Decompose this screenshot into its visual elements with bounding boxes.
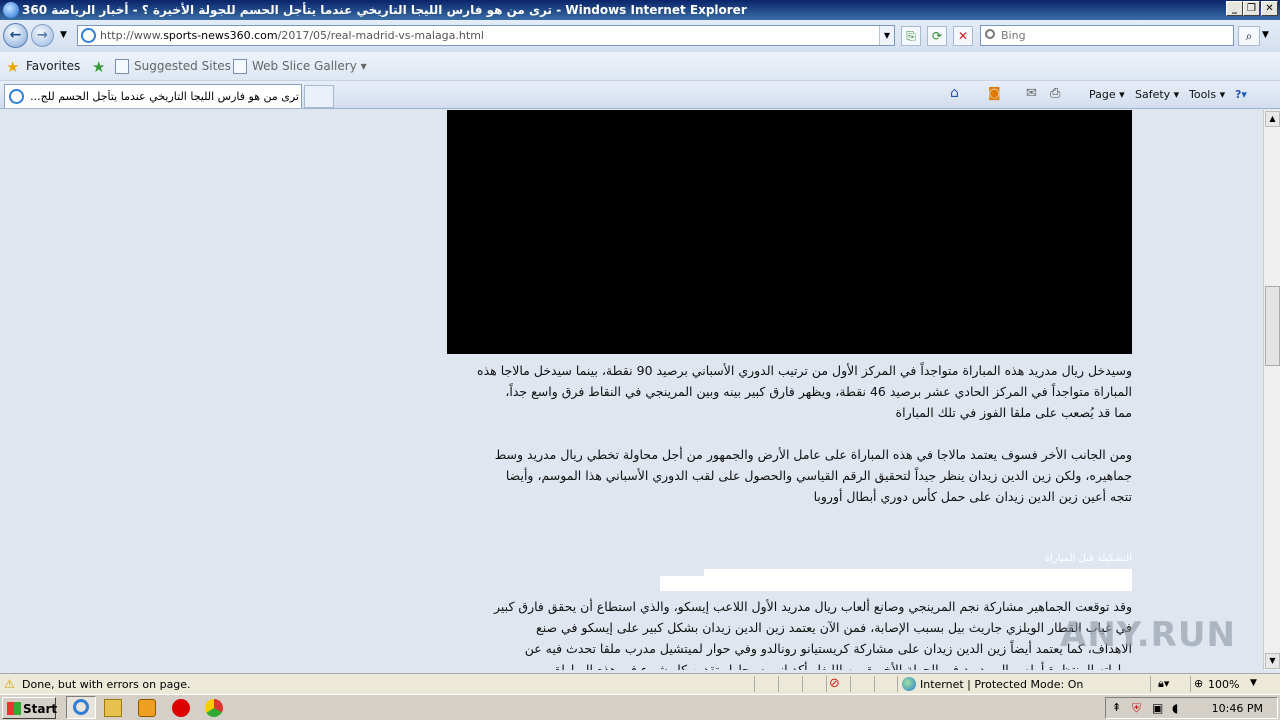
opera-icon[interactable] xyxy=(172,699,190,717)
lock-icon[interactable]: 🔒︎▾ xyxy=(1158,677,1169,691)
favorites-star-icon: ★ xyxy=(6,58,20,76)
paragraph-line: المباراة متواجداً في المركز الحادي عشر ب… xyxy=(505,384,1132,399)
search-icon xyxy=(985,29,995,39)
site-favicon-icon xyxy=(81,28,96,43)
anyrun-watermark: ANY.RUN xyxy=(1060,615,1236,655)
ad-placeholder xyxy=(704,569,1132,591)
paragraph-line: جماهيره، ولكن زين الدين زيدان ينظر جيداً… xyxy=(505,468,1132,483)
article-text: وسيدخل ريال مدريد هذه المباراة متواجداً … xyxy=(447,360,1132,507)
ad-placeholder xyxy=(660,576,710,591)
stop-icon[interactable]: ✕ xyxy=(953,26,973,46)
article-text-continued: وقد توقعت الجماهير مشاركة نجم المرينجي و… xyxy=(447,596,1132,670)
clock: 10:46 PM xyxy=(1211,702,1263,715)
refresh-icon[interactable]: ⟳ xyxy=(927,26,947,46)
scroll-up-icon[interactable]: ▲ xyxy=(1265,111,1280,127)
mail-icon[interactable]: ✉ xyxy=(1026,86,1037,101)
suggested-sites-link[interactable]: Suggested Sites ▾ xyxy=(134,59,241,73)
help-icon[interactable]: ?▾ xyxy=(1235,88,1247,101)
page-menu[interactable]: Page ▾ xyxy=(1089,88,1125,101)
zoom-icon: ⊕ xyxy=(1194,677,1204,690)
warning-icon[interactable]: ⚠ xyxy=(4,677,15,691)
recent-pages-dropdown-icon[interactable]: ▼ xyxy=(60,30,67,40)
status-text: Done, but with errors on page. xyxy=(22,678,191,691)
paragraph-line: وسيدخل ريال مدريد هذه المباراة متواجداً … xyxy=(477,363,1132,378)
security-alert-icon[interactable]: ⛨ xyxy=(1132,701,1141,716)
suggested-sites-icon xyxy=(115,59,129,74)
ie-icon xyxy=(3,2,19,18)
new-tab-button[interactable] xyxy=(304,85,334,108)
chrome-icon[interactable] xyxy=(205,699,223,717)
search-placeholder: Bing xyxy=(1001,29,1026,42)
taskbar-ie-button[interactable] xyxy=(66,696,96,719)
search-options-icon[interactable]: ▼ xyxy=(1262,30,1269,40)
address-dropdown-icon[interactable]: ▼ xyxy=(879,26,894,45)
paragraph-line: ومن الجانب الأخر فسوف يعتمد مالاجا في هذ… xyxy=(494,447,1132,462)
network-icon[interactable]: ▣ xyxy=(1152,701,1163,715)
paragraph-line: مباراته المنتظرة أمام ريال مدريد في الجو… xyxy=(554,662,1132,670)
page-content: وسيدخل ريال مدريد هذه المباراة متواجداً … xyxy=(0,110,1263,670)
web-slice-icon xyxy=(233,59,247,74)
taskbar: Start ⇞ ⛨ ▣ ◖ 10:46 PM xyxy=(0,694,1280,720)
tools-menu[interactable]: Tools ▾ xyxy=(1189,88,1225,101)
vertical-scrollbar[interactable]: ▲ ▼ xyxy=(1263,110,1280,670)
internet-zone-icon xyxy=(902,677,916,691)
window-title: ترى من هو فارس الليجا التاريخي عندما يتأ… xyxy=(22,3,747,17)
maximize-button[interactable]: ❐ xyxy=(1243,1,1260,16)
system-tray: ⇞ ⛨ ▣ ◖ 10:46 PM xyxy=(1105,697,1278,719)
compatibility-view-icon[interactable]: ⎘ xyxy=(901,26,921,46)
safety-menu[interactable]: Safety ▾ xyxy=(1135,88,1179,101)
forward-button[interactable]: → xyxy=(31,24,54,47)
close-button[interactable]: ✕ xyxy=(1261,1,1278,16)
favorites-bar: ★ Favorites ★ Suggested Sites ▾ Web Slic… xyxy=(0,52,1280,81)
volume-icon[interactable]: ◖ xyxy=(1172,701,1178,715)
tab-bar: ترى من هو فارس الليجا التاريخي عندما يتأ… xyxy=(0,81,1280,109)
title-bar: ترى من هو فارس الليجا التاريخي عندما يتأ… xyxy=(0,0,1280,20)
paragraph-line: وقد توقعت الجماهير مشاركة نجم المرينجي و… xyxy=(494,599,1132,614)
tab-title: ترى من هو فارس الليجا التاريخي عندما يتأ… xyxy=(30,90,299,103)
tray-expand-icon[interactable]: ⇞ xyxy=(1112,701,1121,714)
address-input[interactable]: http://www.sports-news360.com/2017/05/re… xyxy=(77,25,895,46)
search-button[interactable]: ⌕ xyxy=(1238,26,1260,46)
search-input[interactable]: Bing xyxy=(980,25,1234,46)
scroll-down-icon[interactable]: ▼ xyxy=(1265,653,1280,669)
url-text: http://www.sports-news360.com/2017/05/re… xyxy=(100,29,484,42)
zoom-dropdown-icon[interactable]: ▼ xyxy=(1250,678,1257,688)
folder-icon[interactable] xyxy=(104,699,122,717)
web-slice-gallery-link[interactable]: Web Slice Gallery ▾ xyxy=(252,59,367,73)
home-icon[interactable]: ⌂ xyxy=(950,85,959,101)
media-player-icon[interactable] xyxy=(138,699,156,717)
windows-logo-icon xyxy=(7,702,21,715)
back-button[interactable]: ← xyxy=(3,23,28,48)
add-favorites-icon[interactable]: ★ xyxy=(92,58,105,76)
minimize-button[interactable]: _ xyxy=(1226,1,1243,16)
scroll-thumb[interactable] xyxy=(1265,286,1280,366)
paragraph-line: تتجه أعين زين الدين زيدان على حمل كأس دو… xyxy=(813,489,1132,504)
feeds-icon[interactable]: ◙ xyxy=(988,86,1001,101)
zoom-level[interactable]: 100% xyxy=(1208,678,1239,691)
security-zone[interactable]: Internet | Protected Mode: On xyxy=(920,678,1083,691)
paragraph-line: في غياب القطار الويلزي جاريث بيل بسبب ال… xyxy=(536,620,1132,635)
paragraph-line: مما قد يُصعب على ملقا الفوز في تلك المبا… xyxy=(895,405,1132,420)
favorites-button[interactable]: Favorites xyxy=(26,59,80,73)
status-bar: ⚠ Done, but with errors on page. ⊘ Inter… xyxy=(0,673,1280,694)
start-button[interactable]: Start xyxy=(2,697,57,719)
address-toolbar: ← → ▼ http://www.sports-news360.com/2017… xyxy=(0,20,1280,52)
popup-blocker-icon[interactable]: ⊘ xyxy=(829,676,840,691)
paragraph-line: الاهداف، كما يعتمد أيضاً زين الدين زيدان… xyxy=(524,641,1132,656)
tab-favicon-icon xyxy=(9,89,24,104)
video-player[interactable] xyxy=(447,110,1132,354)
print-icon[interactable]: ⎙ xyxy=(1050,86,1060,101)
active-tab[interactable]: ترى من هو فارس الليجا التاريخي عندما يتأ… xyxy=(4,84,302,108)
